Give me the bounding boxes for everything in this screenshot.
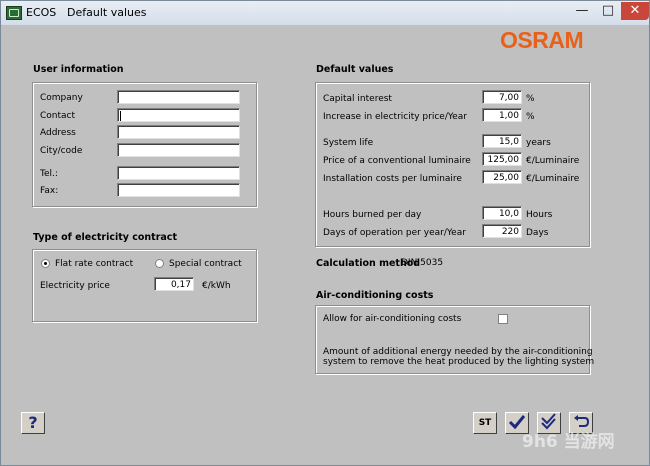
days-per-year-label: Days of operation per year/Year [323,228,466,238]
aircon-allow-checkbox[interactable] [498,314,508,324]
installation-cost-unit: €/Luminaire [526,174,580,184]
user-info-panel: Company Contact Address City/code Tel.: … [32,82,257,207]
minimize-button[interactable]: — [569,2,595,20]
days-per-year-input[interactable]: 220 [482,224,522,238]
contact-input[interactable] [117,108,240,122]
st-button[interactable]: ST [473,412,497,434]
app-window: ECOS Default values — □ ✕ OSRAM User inf… [0,0,650,466]
special-contract-label: Special contract [169,259,242,269]
hours-per-day-input[interactable]: 10,0 [482,206,522,220]
dialog-body: OSRAM User information Company Contact A… [2,25,648,465]
installation-cost-input[interactable]: 25,00 [482,170,522,184]
hours-per-day-label: Hours burned per day [323,210,422,220]
window-title: Default values [67,6,147,19]
osram-logo: OSRAM [500,27,584,53]
defaults-heading: Default values [316,64,394,75]
app-icon [6,6,22,20]
company-label: Company [40,93,83,103]
days-per-year-unit: Days [526,228,549,238]
company-input[interactable] [117,90,240,104]
system-life-input[interactable]: 15,0 [482,134,522,148]
city-label: City/code [40,146,83,156]
capital-interest-unit: % [526,94,535,104]
address-input[interactable] [117,125,240,139]
aircon-heading: Air-conditioning costs [316,290,434,301]
aircon-note-line1: Amount of additional energy needed by th… [323,347,593,357]
address-label: Address [40,128,76,138]
tel-input[interactable] [117,166,240,180]
capital-interest-input[interactable]: 7,00 [482,90,522,104]
defaults-panel: Capital interest 7,00 % Increase in elec… [315,82,590,247]
hours-per-day-unit: Hours [526,210,553,220]
tel-label: Tel.: [40,169,58,179]
watermark: 9h6 当游网 [522,432,615,452]
price-increase-input[interactable]: 1,00 [482,108,522,122]
system-life-unit: years [526,138,551,148]
luminaire-price-input[interactable]: 125,00 [482,152,522,166]
price-increase-label: Increase in electricity price/Year [323,112,467,122]
special-contract-radio[interactable] [155,259,164,268]
aircon-note-line2: system to remove the heat produced by th… [323,357,595,367]
aircon-allow-label: Allow for air-conditioning costs [323,314,462,324]
price-increase-unit: % [526,112,535,122]
installation-cost-label: Installation costs per luminaire [323,174,462,184]
fax-input[interactable] [117,183,240,197]
app-name: ECOS [26,6,57,19]
fax-label: Fax: [40,186,59,196]
flat-rate-radio[interactable] [41,259,50,268]
title-bar: ECOS Default values — □ ✕ [1,1,649,26]
capital-interest-label: Capital interest [323,94,392,104]
electricity-price-label: Electricity price [40,281,110,291]
luminaire-price-label: Price of a conventional luminaire [323,156,471,166]
contact-label: Contact [40,111,76,121]
text-caret [120,111,121,121]
aircon-panel: Allow for air-conditioning costs Amount … [315,305,594,374]
electricity-price-input[interactable]: 0,17 [154,277,194,291]
help-button[interactable]: ? [21,412,45,434]
contract-panel: Flat rate contract Special contract Elec… [32,249,257,322]
city-input[interactable] [117,143,240,157]
close-button[interactable]: ✕ [621,2,649,20]
calc-method-value: DIN 5035 [401,258,444,268]
electricity-price-unit: €/kWh [202,281,231,291]
luminaire-price-unit: €/Luminaire [526,156,580,166]
flat-rate-label: Flat rate contract [55,259,134,269]
maximize-button[interactable]: □ [595,2,621,20]
contract-heading: Type of electricity contract [33,232,177,243]
system-life-label: System life [323,138,374,148]
user-info-heading: User information [33,64,124,75]
